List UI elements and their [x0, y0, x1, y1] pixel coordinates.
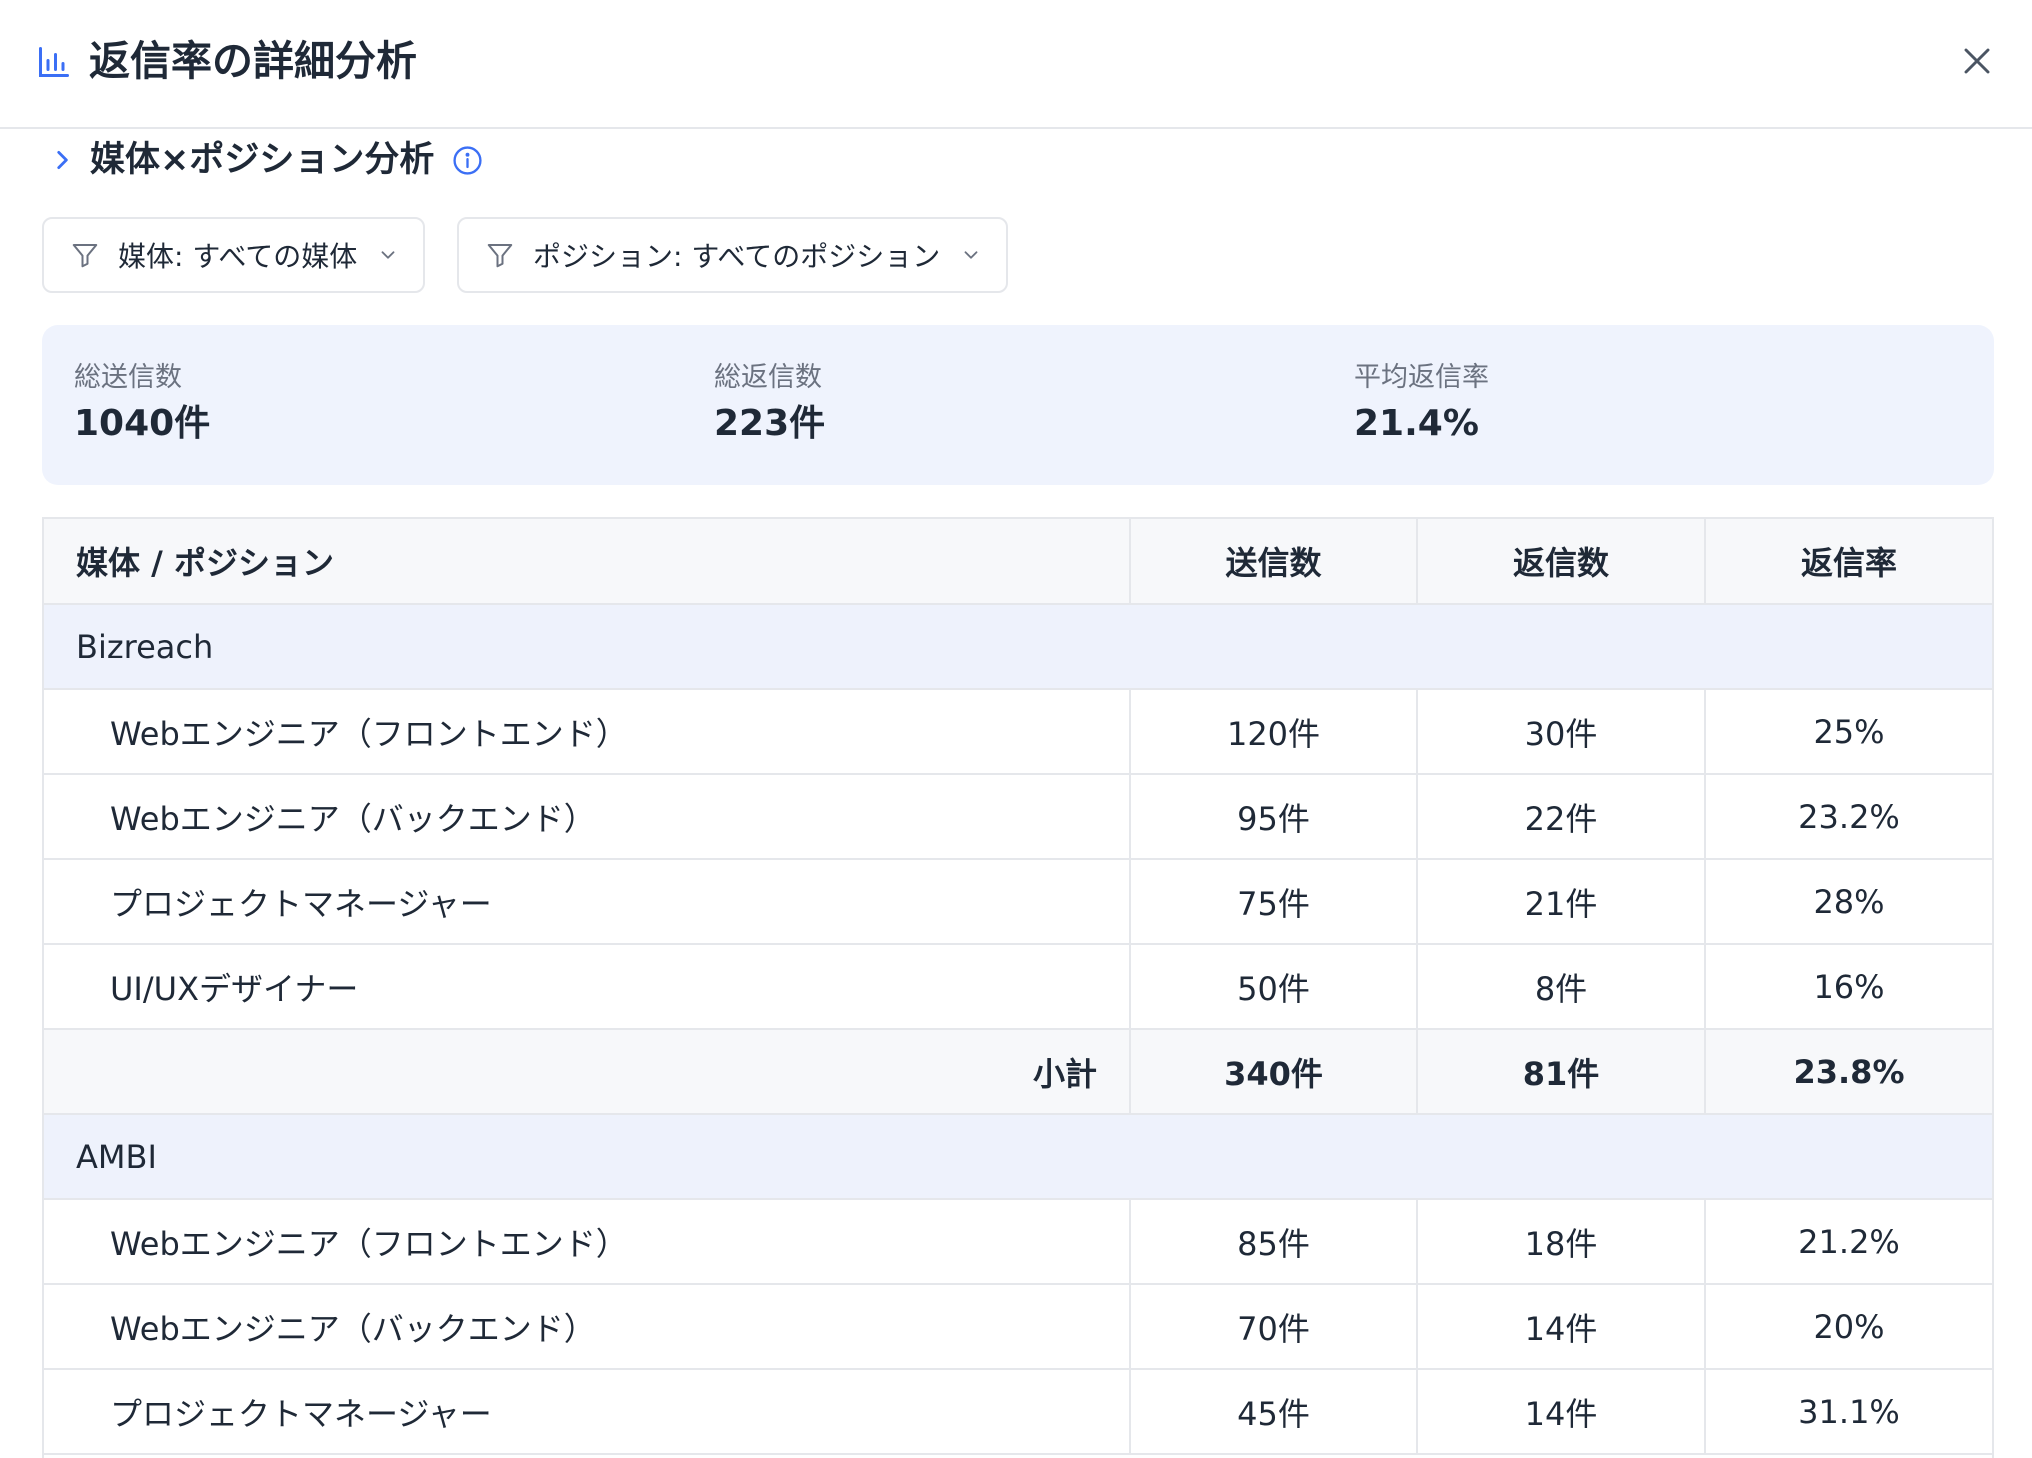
stat-total-sent: 総送信数 1040件	[74, 361, 210, 447]
table-row: Webエンジニア（バックエンド） 70件 14件 20%	[44, 1284, 1992, 1370]
sent-count: 50件	[1130, 944, 1418, 1030]
position-name: UI/UXデザイナー	[44, 944, 1131, 1030]
position-filter-label: ポジション: すべてのポジション	[533, 240, 941, 273]
subtotal-rate: 23.8%	[1705, 1029, 1992, 1115]
media-filter-dropdown[interactable]: 媒体: すべての媒体	[42, 217, 425, 293]
sent-count: 95件	[1130, 774, 1418, 860]
reply-rate: 31.1%	[1705, 1369, 1992, 1455]
sent-count: 120件	[1130, 689, 1418, 775]
dialog-title: 返信率の詳細分析	[89, 37, 417, 85]
reply-rate: 21.2%	[1705, 1199, 1992, 1285]
section-title: 媒体×ポジション分析	[90, 140, 435, 180]
reply-count: 18件	[1417, 1199, 1706, 1285]
reply-rate: 20%	[1705, 1284, 1992, 1370]
dialog-header: 返信率の詳細分析	[0, 0, 2032, 129]
subtotal-replies: 81件	[1417, 1029, 1706, 1115]
stat-label: 総送信数	[74, 362, 182, 393]
position-name: Webエンジニア（バックエンド）	[44, 1284, 1131, 1370]
table-row: Webエンジニア（バックエンド） 95件 22件 23.2%	[44, 774, 1992, 860]
info-icon[interactable]	[452, 145, 483, 176]
table-row: Webエンジニア（フロントエンド） 85件 18件 21.2%	[44, 1199, 1992, 1285]
subtotal-label: 小計	[44, 1029, 1131, 1115]
chevron-down-icon	[381, 251, 395, 259]
group-name: Bizreach	[44, 604, 1992, 690]
section-header[interactable]: 媒体×ポジション分析	[49, 137, 483, 183]
group-row-bizreach: Bizreach	[44, 604, 1992, 690]
media-filter-label: 媒体: すべての媒体	[118, 240, 358, 273]
table-header-row: 媒体 / ポジション 送信数 返信数 返信率	[44, 519, 1992, 605]
bar-chart-icon	[39, 47, 69, 77]
column-header-rate: 返信率	[1705, 519, 1992, 605]
subtotal-row: 小計 340件 81件 23.8%	[44, 1029, 1992, 1115]
stat-value: 21.4%	[1354, 403, 1479, 444]
position-name: プロジェクトマネージャー	[44, 859, 1131, 945]
chevron-down-icon	[964, 251, 978, 259]
position-name: Webエンジニア（バックエンド）	[44, 774, 1131, 860]
stat-label: 平均返信率	[1354, 362, 1489, 393]
table-row: UI/UXデザイナー 50件 8件 16%	[44, 944, 1992, 1030]
column-header-sent: 送信数	[1130, 519, 1418, 605]
summary-panel: 総送信数 1040件 総返信数 223件 平均返信率 21.4%	[42, 325, 1994, 485]
position-name: Webエンジニア（フロントエンド）	[44, 689, 1131, 775]
reply-count: 14件	[1417, 1369, 1706, 1455]
sent-count: 75件	[1130, 859, 1418, 945]
stat-value: 223件	[714, 403, 826, 444]
reply-rate: 25%	[1705, 689, 1992, 775]
reply-rate: 28%	[1705, 859, 1992, 945]
reply-rate: 23.2%	[1705, 774, 1992, 860]
column-header-replies: 返信数	[1417, 519, 1706, 605]
position-name: プロジェクトマネージャー	[44, 1369, 1131, 1455]
position-filter-dropdown[interactable]: ポジション: すべてのポジション	[457, 217, 1008, 293]
analysis-table: 媒体 / ポジション 送信数 返信数 返信率 Bizreach Webエンジニア…	[44, 519, 1992, 1455]
reply-count: 21件	[1417, 859, 1706, 945]
stat-total-replies: 総返信数 223件	[714, 361, 825, 447]
sent-count: 45件	[1130, 1369, 1418, 1455]
subtotal-sent: 340件	[1130, 1029, 1418, 1115]
stat-label: 総返信数	[714, 362, 822, 393]
sent-count: 70件	[1130, 1284, 1418, 1370]
close-icon[interactable]	[1955, 39, 1999, 83]
group-name: AMBI	[44, 1114, 1992, 1200]
position-name: Webエンジニア（フロントエンド）	[44, 1199, 1131, 1285]
reply-count: 14件	[1417, 1284, 1706, 1370]
reply-count: 22件	[1417, 774, 1706, 860]
analysis-table-container[interactable]: 媒体 / ポジション 送信数 返信数 返信率 Bizreach Webエンジニア…	[42, 517, 1994, 1458]
stat-average-reply-rate: 平均返信率 21.4%	[1354, 361, 1489, 447]
reply-count: 30件	[1417, 689, 1706, 775]
chevron-right-icon[interactable]	[49, 147, 75, 173]
reply-rate: 16%	[1705, 944, 1992, 1030]
stat-value: 1040件	[74, 403, 211, 444]
filter-icon	[72, 244, 98, 268]
group-row-ambi: AMBI	[44, 1114, 1992, 1200]
filter-icon	[487, 244, 513, 268]
table-row: プロジェクトマネージャー 45件 14件 31.1%	[44, 1369, 1992, 1455]
table-row: Webエンジニア（フロントエンド） 120件 30件 25%	[44, 689, 1992, 775]
sent-count: 85件	[1130, 1199, 1418, 1285]
reply-count: 8件	[1417, 944, 1706, 1030]
column-header-media-position: 媒体 / ポジション	[44, 519, 1131, 605]
table-row: プロジェクトマネージャー 75件 21件 28%	[44, 859, 1992, 945]
